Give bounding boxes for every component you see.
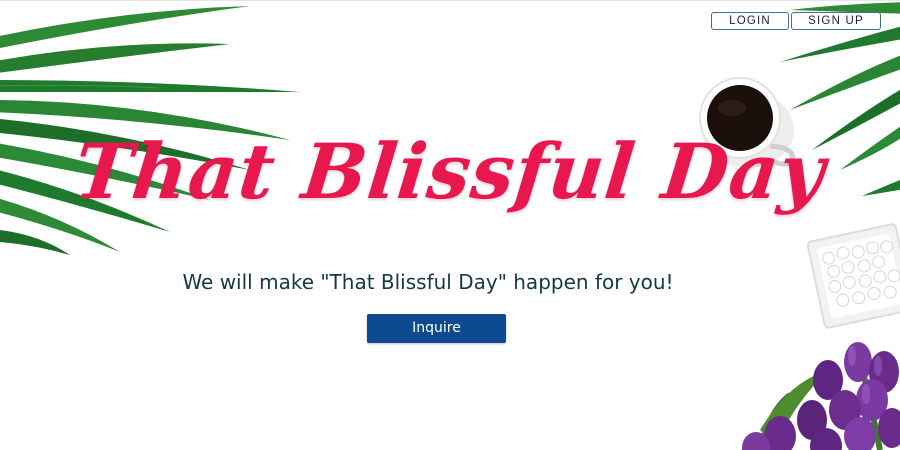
landing-page: LOGIN SIGN UP That Blissful Day We will … <box>0 0 900 450</box>
inquire-button[interactable]: Inquire <box>367 314 506 343</box>
auth-bar: LOGIN SIGN UP <box>711 12 881 30</box>
tulips-illustration <box>742 342 900 450</box>
signup-button[interactable]: SIGN UP <box>791 12 881 30</box>
background-decorations <box>0 2 900 450</box>
hero-subtitle: We will make "That Blissful Day" happen … <box>182 270 674 294</box>
hero-title: That Blissful Day <box>70 127 830 216</box>
login-button[interactable]: LOGIN <box>711 12 789 30</box>
